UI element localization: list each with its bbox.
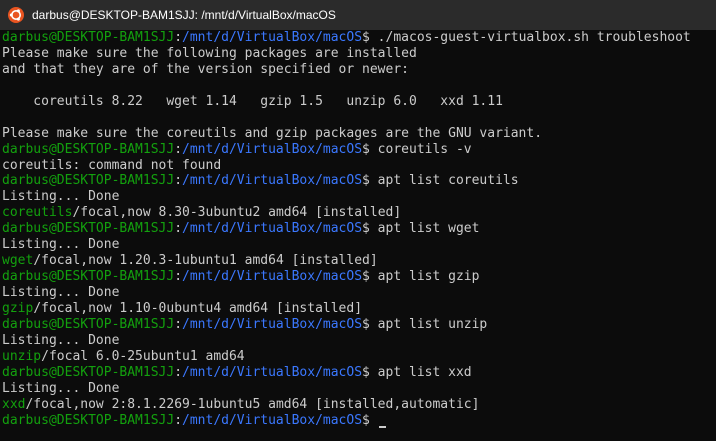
terminal-text: $ apt list unzip (362, 316, 488, 332)
terminal-text: : (174, 30, 183, 45)
terminal-text: $ apt list gzip (362, 269, 480, 285)
window-title: darbus@DESKTOP-BAM1SJJ: /mnt/d/VirtualBo… (32, 8, 336, 22)
prompt-user-host: coreutils (2, 205, 73, 221)
terminal-text: : (174, 364, 183, 380)
prompt-user-host: gzip (2, 300, 34, 316)
terminal-line: darbus@DESKTOP-BAM1SJJ:/mnt/d/VirtualBox… (2, 30, 716, 46)
ubuntu-icon (8, 7, 24, 23)
terminal-text: Listing... Done (2, 380, 120, 396)
prompt-user-host: xxd (2, 396, 26, 412)
terminal-line: darbus@DESKTOP-BAM1SJJ:/mnt/d/VirtualBox… (2, 142, 716, 158)
terminal-text: Please make sure the following packages … (2, 45, 417, 61)
terminal-text: : (174, 141, 183, 157)
prompt-path: /mnt/d/VirtualBox/macOS (182, 221, 363, 237)
prompt-path: /mnt/d/VirtualBox/macOS (182, 412, 363, 428)
terminal-line: darbus@DESKTOP-BAM1SJJ:/mnt/d/VirtualBox… (2, 221, 716, 237)
terminal-line: darbus@DESKTOP-BAM1SJJ:/mnt/d/VirtualBox… (2, 173, 716, 189)
terminal-line: darbus@DESKTOP-BAM1SJJ:/mnt/d/VirtualBox… (2, 413, 716, 429)
prompt-path: /mnt/d/VirtualBox/macOS (182, 269, 363, 285)
terminal-line: gzip/focal,now 1.10-0ubuntu4 amd64 [inst… (2, 301, 716, 317)
terminal-window: darbus@DESKTOP-BAM1SJJ: /mnt/d/VirtualBo… (0, 0, 716, 441)
title-bar[interactable]: darbus@DESKTOP-BAM1SJJ: /mnt/d/VirtualBo… (0, 0, 716, 30)
terminal-text: coreutils 8.22 wget 1.14 gzip 1.5 unzip … (2, 93, 503, 109)
terminal-text: : (174, 269, 183, 285)
prompt-user-host: darbus@DESKTOP-BAM1SJJ (2, 221, 175, 237)
terminal-text: : (174, 221, 183, 237)
prompt-user-host: unzip (2, 348, 42, 364)
terminal-text: /focal,now 1.10-0ubuntu4 amd64 [installe… (33, 300, 363, 316)
terminal-line: and that they are of the version specifi… (2, 62, 716, 78)
terminal-text: /focal,now 1.20.3-1ubuntu1 amd64 [instal… (33, 253, 378, 269)
terminal-text: : (174, 173, 183, 189)
terminal-text: and that they are of the version specifi… (2, 61, 409, 77)
terminal-text: $ (362, 412, 378, 428)
cursor (378, 426, 386, 429)
terminal-text: /focal 6.0-25ubuntu1 amd64 (41, 348, 245, 364)
prompt-user-host: darbus@DESKTOP-BAM1SJJ (2, 364, 175, 380)
terminal-text: Listing... Done (2, 237, 120, 253)
prompt-path: /mnt/d/VirtualBox/macOS (182, 30, 363, 45)
terminal-line: xxd/focal,now 2:8.1.2269-1ubuntu5 amd64 … (2, 397, 716, 413)
terminal-text: $ apt list wget (362, 221, 480, 237)
terminal-line: Listing... Done (2, 381, 716, 397)
terminal-text: Listing... Done (2, 189, 120, 205)
terminal-line: wget/focal,now 1.20.3-1ubuntu1 amd64 [in… (2, 253, 716, 269)
terminal-text: : (174, 412, 183, 428)
terminal-output[interactable]: darbus@DESKTOP-BAM1SJJ:/mnt/d/VirtualBox… (0, 30, 716, 441)
prompt-user-host: darbus@DESKTOP-BAM1SJJ (2, 30, 175, 45)
terminal-text: coreutils: command not found (2, 157, 222, 173)
prompt-user-host: darbus@DESKTOP-BAM1SJJ (2, 173, 175, 189)
terminal-text: /focal,now 2:8.1.2269-1ubuntu5 amd64 [in… (25, 396, 480, 412)
terminal-text: $ coreutils -v (362, 141, 472, 157)
terminal-text: $ apt list xxd (362, 364, 472, 380)
prompt-user-host: darbus@DESKTOP-BAM1SJJ (2, 269, 175, 285)
terminal-line: coreutils/focal,now 8.30-3ubuntu2 amd64 … (2, 205, 716, 221)
terminal-line: coreutils: command not found (2, 158, 716, 174)
terminal-line: darbus@DESKTOP-BAM1SJJ:/mnt/d/VirtualBox… (2, 269, 716, 285)
terminal-line: Please make sure the coreutils and gzip … (2, 126, 716, 142)
terminal-text: Listing... Done (2, 332, 120, 348)
prompt-user-host: darbus@DESKTOP-BAM1SJJ (2, 141, 175, 157)
terminal-text: /focal,now 8.30-3ubuntu2 amd64 [installe… (72, 205, 402, 221)
terminal-line: unzip/focal 6.0-25ubuntu1 amd64 (2, 349, 716, 365)
prompt-user-host: darbus@DESKTOP-BAM1SJJ (2, 412, 175, 428)
terminal-line: Listing... Done (2, 189, 716, 205)
terminal-text: Listing... Done (2, 285, 120, 300)
prompt-user-host: darbus@DESKTOP-BAM1SJJ (2, 316, 175, 332)
terminal-line: Listing... Done (2, 333, 716, 349)
terminal-line: Listing... Done (2, 285, 716, 301)
prompt-path: /mnt/d/VirtualBox/macOS (182, 141, 363, 157)
prompt-path: /mnt/d/VirtualBox/macOS (182, 364, 363, 380)
prompt-path: /mnt/d/VirtualBox/macOS (182, 316, 363, 332)
prompt-user-host: wget (2, 253, 34, 269)
terminal-line: Listing... Done (2, 237, 716, 253)
terminal-text: : (174, 316, 183, 332)
terminal-text: Please make sure the coreutils and gzip … (2, 125, 543, 141)
terminal-text: $ ./macos-guest-virtualbox.sh troublesho… (362, 30, 691, 45)
terminal-line: darbus@DESKTOP-BAM1SJJ:/mnt/d/VirtualBox… (2, 317, 716, 333)
terminal-line: coreutils 8.22 wget 1.14 gzip 1.5 unzip … (2, 94, 716, 110)
terminal-line: darbus@DESKTOP-BAM1SJJ:/mnt/d/VirtualBox… (2, 365, 716, 381)
terminal-line: Please make sure the following packages … (2, 46, 716, 62)
prompt-path: /mnt/d/VirtualBox/macOS (182, 173, 363, 189)
terminal-text: $ apt list coreutils (362, 173, 519, 189)
